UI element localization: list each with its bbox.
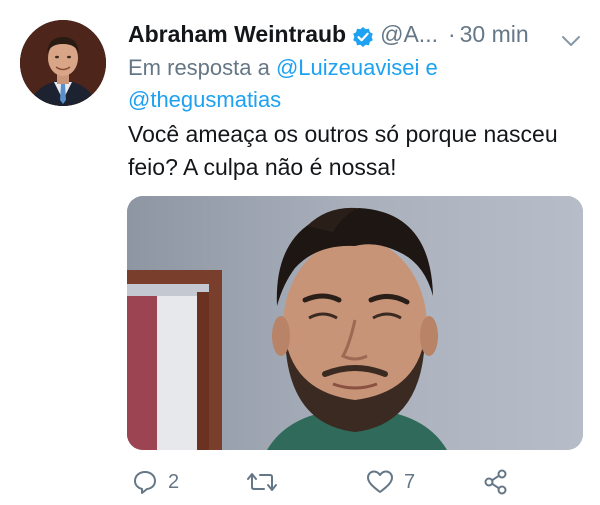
timestamp[interactable]: 30 min [460,21,529,47]
reply-user-link[interactable]: @Luizeuavisei [276,55,419,80]
tweet-photo[interactable] [127,196,583,450]
like-button[interactable]: 7 [366,466,415,498]
reply-user-link[interactable]: @thegusmatias [128,87,281,112]
heart-outline-icon [366,469,394,495]
comment-bubble-icon [132,469,158,495]
like-count: 7 [404,470,416,493]
reply-prefix: Em resposta a [128,55,270,80]
tweet-text: Você ameaça os outros só porque nasceu f… [128,121,558,180]
tweet-actions: 2 7 [128,466,578,498]
chevron-down-icon[interactable] [560,24,582,46]
reply-joiner: e [425,55,438,80]
share-nodes-icon [482,468,510,496]
avatar[interactable] [20,20,106,106]
selfie-photo [127,196,583,450]
reply-count: 2 [168,470,180,493]
share-button[interactable] [482,466,510,498]
tweet[interactable]: Abraham Weintraub @A... · 30 min Em respost… [0,0,600,505]
author-name[interactable]: Abraham Weintraub [128,21,346,47]
verified-badge-icon [352,22,374,47]
tweet-header: Abraham Weintraub @A... · 30 min [128,14,588,50]
separator-dot: · [447,20,456,47]
author-handle[interactable]: @A... [380,21,438,47]
retweet-button[interactable] [246,466,288,498]
retweet-icon [246,469,278,495]
reply-button[interactable]: 2 [132,466,179,498]
reply-context: Em resposta a @Luizeuavisei e @thegusmat… [128,52,568,116]
avatar-photo [20,20,106,106]
